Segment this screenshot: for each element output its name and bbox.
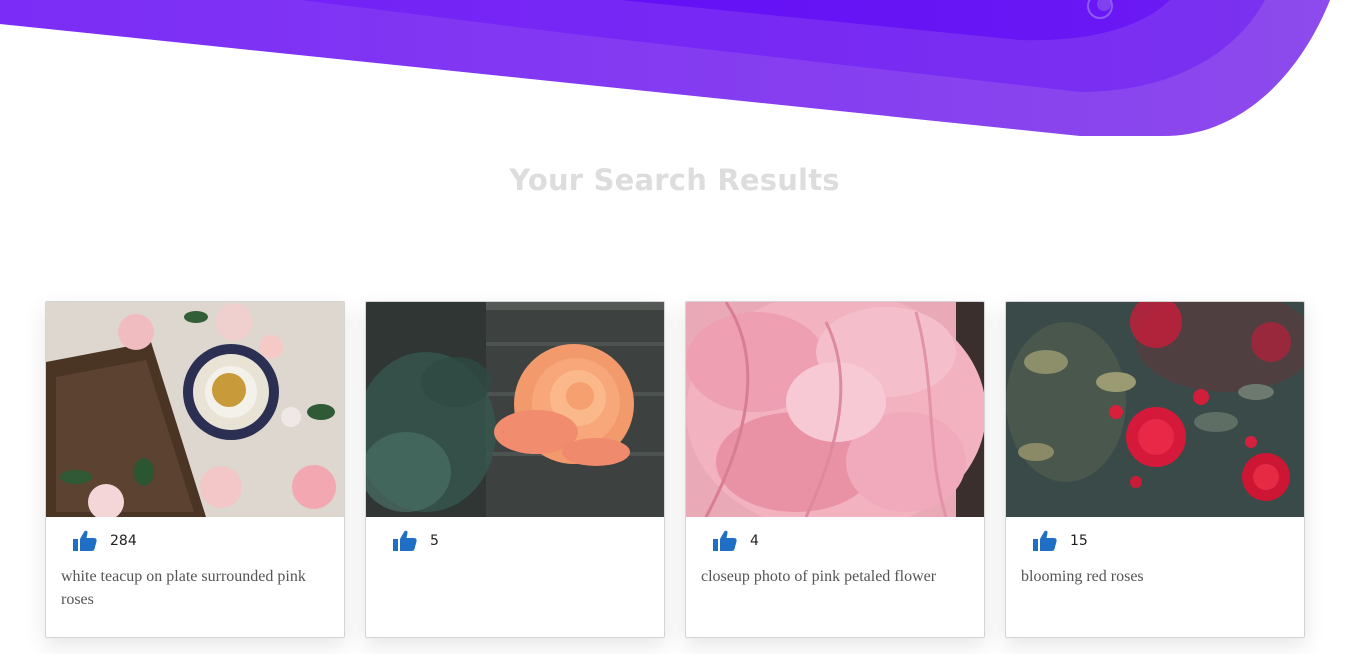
search-results-heading: Your Search Results <box>509 163 840 197</box>
like-count: 15 <box>1070 533 1088 549</box>
result-caption: closeup photo of pink petaled flower <box>701 568 937 585</box>
result-image[interactable] <box>1006 302 1304 517</box>
thumbs-up-icon[interactable] <box>1033 530 1057 552</box>
result-caption: white teacup on plate surrounded pink ro… <box>61 568 306 608</box>
result-card[interactable]: 4 closeup photo of pink petaled flower <box>685 301 985 638</box>
result-card[interactable]: 5 <box>365 301 665 638</box>
result-caption: blooming red roses <box>1021 568 1144 585</box>
result-image[interactable] <box>686 302 984 517</box>
hero-wave-banner <box>0 0 1330 137</box>
likes-row: 5 <box>393 528 439 554</box>
likes-row: 15 <box>1033 528 1088 554</box>
thumbs-up-icon[interactable] <box>73 530 97 552</box>
like-count: 5 <box>430 533 439 549</box>
thumbs-up-icon[interactable] <box>393 530 417 552</box>
result-image[interactable] <box>366 302 664 517</box>
like-count: 4 <box>750 533 759 549</box>
like-count: 284 <box>110 533 137 549</box>
thumbs-up-icon[interactable] <box>713 530 737 552</box>
result-card[interactable]: 15 blooming red roses <box>1005 301 1305 638</box>
likes-row: 284 <box>73 528 137 554</box>
result-image[interactable] <box>46 302 344 517</box>
likes-row: 4 <box>713 528 759 554</box>
result-card[interactable]: 284 white teacup on plate surrounded pin… <box>45 301 345 638</box>
